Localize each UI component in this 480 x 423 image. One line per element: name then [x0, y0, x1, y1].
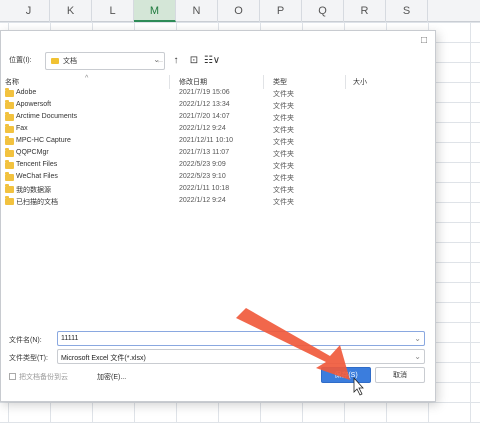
location-select[interactable]: 文档 ⌄ — [45, 52, 165, 70]
folder-icon — [5, 100, 14, 109]
column-header-l[interactable]: L — [92, 0, 134, 22]
column-divider[interactable] — [345, 75, 346, 89]
location-label: 位置(I): — [9, 57, 32, 64]
filetype-label: 文件类型(T): — [9, 355, 48, 362]
folder-icon — [51, 58, 59, 64]
file-row[interactable]: WeChat Files 2022/5/23 9:10 文件夹 — [1, 172, 437, 184]
folder-icon — [5, 136, 14, 145]
file-type: 文件夹 — [273, 163, 294, 170]
folder-icon — [5, 196, 14, 205]
save-dialog: □ 位置(I): 文档 ⌄ ← → ↑ ⊡ ☷∨ 名称 ^ 修改日期 类型 大小… — [0, 30, 436, 402]
file-date: 2021/7/13 11:07 — [179, 149, 230, 156]
cancel-button[interactable]: 取消 — [375, 367, 425, 383]
view-menu-icon[interactable]: ☷∨ — [202, 53, 222, 69]
file-row[interactable]: Tencent Files 2022/5/23 9:09 文件夹 — [1, 160, 437, 172]
location-value: 文档 — [63, 58, 77, 65]
column-divider[interactable] — [169, 75, 170, 89]
file-date: 2022/5/23 9:10 — [179, 173, 226, 180]
folder-icon — [5, 112, 14, 121]
sort-ascending-icon: ^ — [85, 75, 89, 82]
file-name: QQPCMgr — [16, 149, 49, 156]
file-type: 文件夹 — [273, 103, 294, 110]
filename-input[interactable]: 11111 ⌄ — [57, 331, 425, 346]
folder-icon — [5, 88, 14, 97]
file-type: 文件夹 — [273, 151, 294, 158]
file-name: Fax — [16, 125, 28, 132]
column-divider[interactable] — [263, 75, 264, 89]
filetype-value: Microsoft Excel 文件(*.xlsx) — [61, 355, 146, 362]
encrypt-link[interactable]: 加密(E)... — [97, 372, 126, 382]
chevron-down-icon[interactable]: ⌄ — [414, 334, 421, 343]
file-row[interactable]: QQPCMgr 2021/7/13 11:07 文件夹 — [1, 148, 437, 160]
file-name: WeChat Files — [16, 173, 58, 180]
backup-label: 把文档备份到云 — [19, 374, 68, 381]
save-button[interactable]: 保存(S) — [321, 367, 371, 383]
column-size-header[interactable]: 大小 — [353, 77, 367, 87]
file-name: 我的数据源 — [16, 187, 51, 194]
file-name: Adobe — [16, 89, 37, 96]
file-date: 2021/7/20 14:07 — [179, 113, 230, 120]
column-date-header[interactable]: 修改日期 — [179, 77, 207, 87]
maximize-button[interactable]: □ — [417, 34, 431, 48]
back-arrow-icon[interactable]: ← — [153, 53, 167, 69]
file-name: 已扫描的文档 — [16, 199, 58, 206]
file-date: 2022/1/11 10:18 — [179, 185, 230, 192]
column-name-header[interactable]: 名称 — [5, 77, 19, 87]
file-type: 文件夹 — [273, 115, 294, 122]
folder-icon — [5, 172, 14, 181]
new-folder-icon[interactable]: ⊡ — [187, 53, 201, 69]
filename-value: 11111 — [61, 335, 79, 342]
column-type-header[interactable]: 类型 — [273, 77, 287, 87]
file-date: 2022/1/12 13:34 — [179, 101, 230, 108]
folder-icon — [5, 148, 14, 157]
file-name: MPC-HC Capture — [16, 137, 71, 144]
folder-icon — [5, 184, 14, 193]
file-type: 文件夹 — [273, 127, 294, 134]
column-header-bar: J K L M N O P Q R S — [0, 0, 480, 22]
location-bar: 位置(I): 文档 ⌄ ← → ↑ ⊡ ☷∨ — [1, 51, 437, 73]
file-name: Tencent Files — [16, 161, 58, 168]
file-row[interactable]: Apowersoft 2022/1/12 13:34 文件夹 — [1, 100, 437, 112]
file-date: 2022/1/12 9:24 — [179, 197, 226, 204]
file-date: 2021/12/11 10:10 — [179, 137, 233, 144]
column-header-k[interactable]: K — [50, 0, 92, 22]
filename-label: 文件名(N): — [9, 337, 42, 344]
file-row[interactable]: 我的数据源 2022/1/11 10:18 文件夹 — [1, 184, 437, 196]
file-row[interactable]: Adobe 2021/7/19 15:06 文件夹 — [1, 88, 437, 100]
file-row[interactable]: Arctime Documents 2021/7/20 14:07 文件夹 — [1, 112, 437, 124]
file-date: 2021/7/19 15:06 — [179, 89, 230, 96]
column-header-q[interactable]: Q — [302, 0, 344, 22]
file-type: 文件夹 — [273, 199, 294, 206]
folder-icon — [5, 124, 14, 133]
file-type: 文件夹 — [273, 175, 294, 182]
file-name: Apowersoft — [16, 101, 52, 108]
file-type: 文件夹 — [273, 139, 294, 146]
file-row[interactable]: 已扫描的文档 2022/1/12 9:24 文件夹 — [1, 196, 437, 208]
column-header-n[interactable]: N — [176, 0, 218, 22]
up-folder-icon[interactable]: ↑ — [169, 53, 183, 69]
file-type: 文件夹 — [273, 91, 294, 98]
folder-icon — [5, 160, 14, 169]
column-header-o[interactable]: O — [218, 0, 260, 22]
backup-checkbox[interactable] — [9, 373, 16, 380]
file-row[interactable]: MPC-HC Capture 2021/12/11 10:10 文件夹 — [1, 136, 437, 148]
column-header-j[interactable]: J — [8, 0, 50, 22]
file-type: 文件夹 — [273, 187, 294, 194]
column-header-r[interactable]: R — [344, 0, 386, 22]
file-row[interactable]: Fax 2022/1/12 9:24 文件夹 — [1, 124, 437, 136]
column-header-m[interactable]: M — [134, 0, 176, 22]
file-date: 2022/5/23 9:09 — [179, 161, 226, 168]
chevron-down-icon[interactable]: ⌄ — [414, 352, 421, 361]
column-header-p[interactable]: P — [260, 0, 302, 22]
file-date: 2022/1/12 9:24 — [179, 125, 226, 132]
filetype-select[interactable]: Microsoft Excel 文件(*.xlsx) ⌄ — [57, 349, 425, 364]
file-name: Arctime Documents — [16, 113, 78, 120]
column-header-s[interactable]: S — [386, 0, 428, 22]
